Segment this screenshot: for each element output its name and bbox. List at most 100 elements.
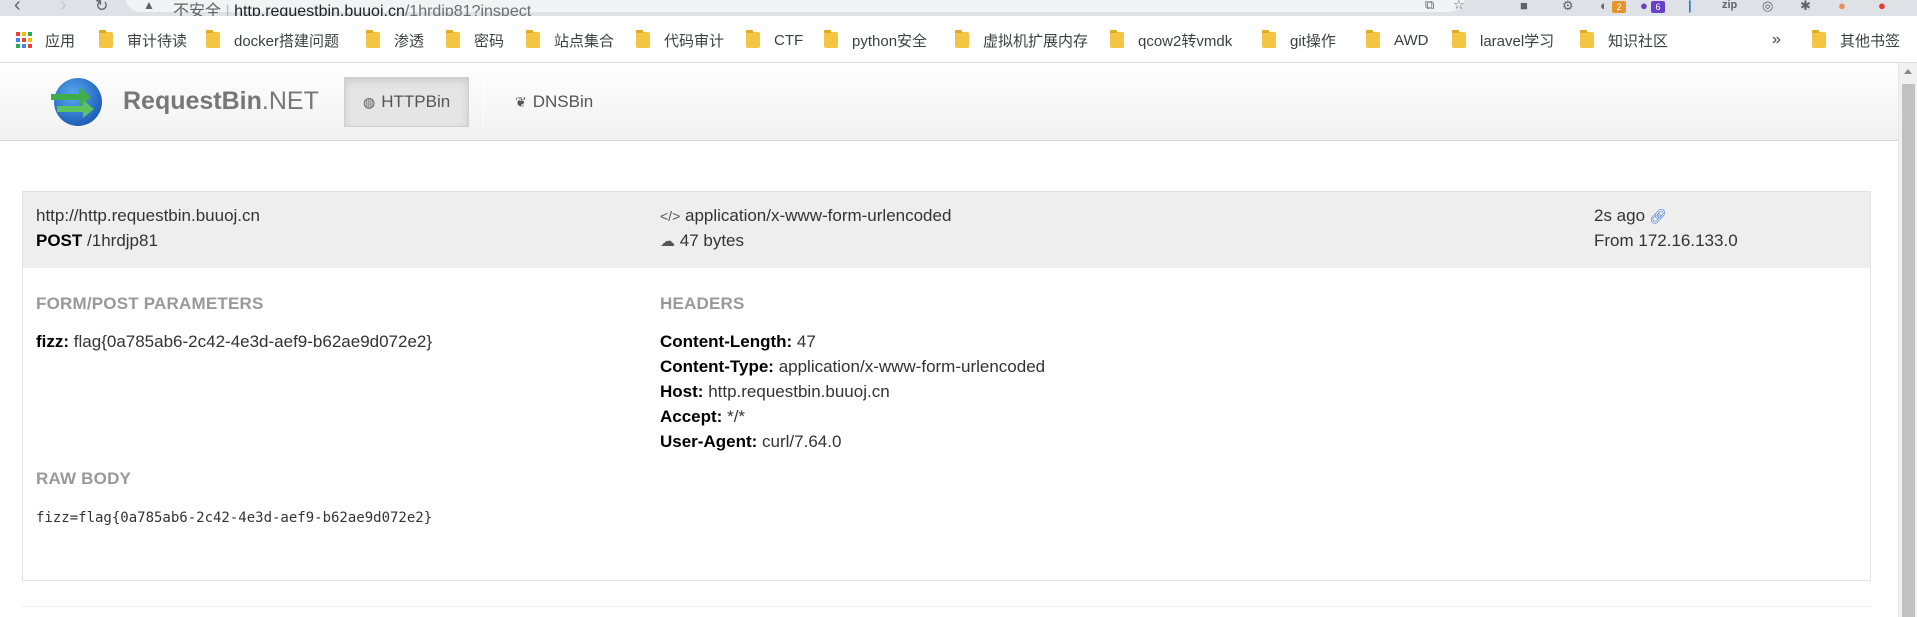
- avatar[interactable]: ●: [1838, 0, 1846, 13]
- bookmark-folder[interactable]: AWD: [1366, 30, 1428, 50]
- vertical-scrollbar[interactable]: [1898, 63, 1917, 617]
- divider: [22, 606, 1871, 607]
- back-icon[interactable]: ‹: [14, 0, 21, 16]
- nav-dnsbin[interactable]: ❦ DNSBin: [497, 77, 611, 127]
- param-value: flag{0a785ab6-2c42-4e3d-aef9-b62ae9d072e…: [73, 332, 433, 351]
- url-separator: |: [221, 3, 235, 16]
- bookmark-folder[interactable]: laravel学习: [1452, 30, 1554, 50]
- update-icon[interactable]: ●: [1878, 0, 1886, 13]
- bookmark-folder[interactable]: docker搭建问题: [206, 30, 339, 50]
- form-param-row: fizz: flag{0a785ab6-2c42-4e3d-aef9-b62ae…: [36, 332, 432, 352]
- bookmark-folder[interactable]: python安全: [824, 30, 927, 50]
- bookmark-folder[interactable]: git操作: [1262, 30, 1336, 50]
- request-time: 2s ago: [1594, 206, 1646, 225]
- header-value: application/x-www-form-urlencoded: [778, 357, 1046, 376]
- gear-extension-icon[interactable]: ⚙: [1562, 0, 1574, 14]
- header-value: */*: [727, 407, 746, 426]
- header-row: Host: http.requestbin.buuoj.cn: [660, 382, 890, 402]
- address-bar[interactable]: ▲ 不安全 | http.requestbin.buuoj.cn/1hrdjp8…: [125, 0, 1465, 16]
- header-value: curl/7.64.0: [762, 432, 842, 451]
- param-key: fizz:: [36, 332, 70, 351]
- bookmark-folder[interactable]: 站点集合: [526, 30, 614, 50]
- folder-icon: [1812, 30, 1826, 48]
- zip-extension-icon[interactable]: zip: [1722, 0, 1737, 11]
- header-row: User-Agent: curl/7.64.0: [660, 432, 841, 452]
- request-url: http://http.requestbin.buuoj.cn: [36, 206, 260, 225]
- folder-icon: [446, 30, 460, 48]
- folder-icon: [526, 30, 540, 48]
- folder-icon: [99, 30, 113, 48]
- extension-icon[interactable]: ◐: [1600, 0, 1608, 13]
- scroll-thumb[interactable]: [1902, 84, 1915, 617]
- folder-icon: [1110, 30, 1124, 48]
- brand-suffix: .NET: [261, 87, 319, 115]
- header-value: http.requestbin.buuoj.cn: [708, 382, 890, 401]
- nav-label: DNSBin: [532, 92, 594, 111]
- folder-icon: [746, 30, 760, 48]
- brand-title[interactable]: RequestBin.NET: [123, 87, 319, 116]
- bookmark-folder[interactable]: 审计待读: [99, 30, 187, 50]
- content-type-line: </> application/x-www-form-urlencoded: [660, 206, 951, 226]
- more-bookmarks-button[interactable]: »: [1772, 30, 1781, 50]
- bookmark-label: 其他书签: [1840, 32, 1901, 50]
- request-method-line: POST /1hrdjp81: [36, 231, 158, 251]
- bookmark-folder[interactable]: 虚拟机扩展内存: [955, 30, 1088, 50]
- extension-badge: 2: [1612, 1, 1626, 13]
- folder-icon: [955, 30, 969, 48]
- nav-label: HTTPBin: [381, 92, 451, 111]
- bookmark-apps[interactable]: 应用: [16, 30, 75, 50]
- bookmarks-bar: 应用 审计待读 docker搭建问题 渗透 密码 站点集合 代码审计 CTF p…: [0, 16, 1917, 63]
- form-params-title: FORM/POST PARAMETERS: [36, 294, 264, 313]
- address-url[interactable]: 不安全 | http.requestbin.buuoj.cn/1hrdjp81?…: [173, 0, 531, 16]
- header-key: Content-Length:: [660, 332, 793, 351]
- extension-icon[interactable]: |: [1688, 0, 1692, 13]
- folder-icon: [1452, 30, 1466, 48]
- bookmark-folder[interactable]: qcow2转vmdk: [1110, 30, 1232, 50]
- reload-icon[interactable]: ↻: [95, 0, 108, 16]
- bookmark-label: python安全: [852, 32, 928, 50]
- url-path: /1hrdjp81?inspect: [404, 3, 532, 16]
- folder-icon: [1580, 30, 1594, 48]
- other-bookmarks[interactable]: 其他书签: [1812, 30, 1900, 50]
- nav-divider: [483, 77, 484, 127]
- bookmark-star-icon[interactable]: ☆: [1453, 0, 1465, 13]
- permalink-icon[interactable]: 🔗︎: [1649, 208, 1667, 224]
- time-line: 2s ago 🔗︎: [1594, 206, 1667, 226]
- folder-icon: [1262, 30, 1276, 48]
- cloud-upload-icon: ☁: [660, 233, 675, 250]
- scroll-up-arrow-icon[interactable]: [1904, 69, 1912, 74]
- extension-icon[interactable]: ●: [1640, 0, 1648, 13]
- code-icon: </>: [660, 208, 681, 224]
- translate-icon[interactable]: ⧉: [1425, 0, 1434, 13]
- header-row: Content-Length: 47: [660, 332, 816, 352]
- nav-httpbin[interactable]: ◍ HTTPBin: [344, 77, 470, 127]
- bookmark-label: 代码审计: [664, 32, 725, 50]
- requestbin-logo-icon[interactable]: [47, 76, 105, 128]
- puzzle-icon[interactable]: ✱: [1800, 0, 1811, 14]
- url-host: http.requestbin.buuoj.cn: [234, 3, 405, 16]
- folder-icon: [206, 30, 220, 48]
- bookmark-label: AWD: [1394, 31, 1429, 49]
- warning-icon[interactable]: ▲: [143, 0, 155, 12]
- bookmark-label: 审计待读: [127, 32, 188, 50]
- forward-icon[interactable]: ›: [60, 0, 67, 16]
- bookmark-folder[interactable]: 代码审计: [636, 30, 724, 50]
- size-line: ☁ 47 bytes: [660, 231, 744, 251]
- request-size: 47 bytes: [679, 231, 744, 250]
- request-summary: http://http.requestbin.buuoj.cn POST /1h…: [23, 192, 1870, 268]
- header-key: User-Agent:: [660, 432, 758, 451]
- bookmark-label: git操作: [1290, 32, 1336, 50]
- bookmark-label: CTF: [774, 31, 804, 49]
- bookmark-folder[interactable]: 知识社区: [1580, 30, 1668, 50]
- extension-icon[interactable]: ■: [1520, 0, 1528, 13]
- globe-icon: ◍: [363, 93, 376, 110]
- bookmark-folder[interactable]: 渗透: [366, 30, 424, 50]
- content-type: application/x-www-form-urlencoded: [684, 206, 952, 225]
- bookmark-folder[interactable]: CTF: [746, 30, 803, 50]
- site-navbar: RequestBin.NET ◍ HTTPBin ❦ DNSBin: [0, 63, 1898, 141]
- bookmark-folder[interactable]: 密码: [446, 30, 504, 50]
- folder-icon: [636, 30, 650, 48]
- raw-body-title: RAW BODY: [36, 469, 132, 488]
- extension-icon[interactable]: ◎: [1762, 0, 1773, 14]
- request-panel: http://http.requestbin.buuoj.cn POST /1h…: [22, 191, 1871, 581]
